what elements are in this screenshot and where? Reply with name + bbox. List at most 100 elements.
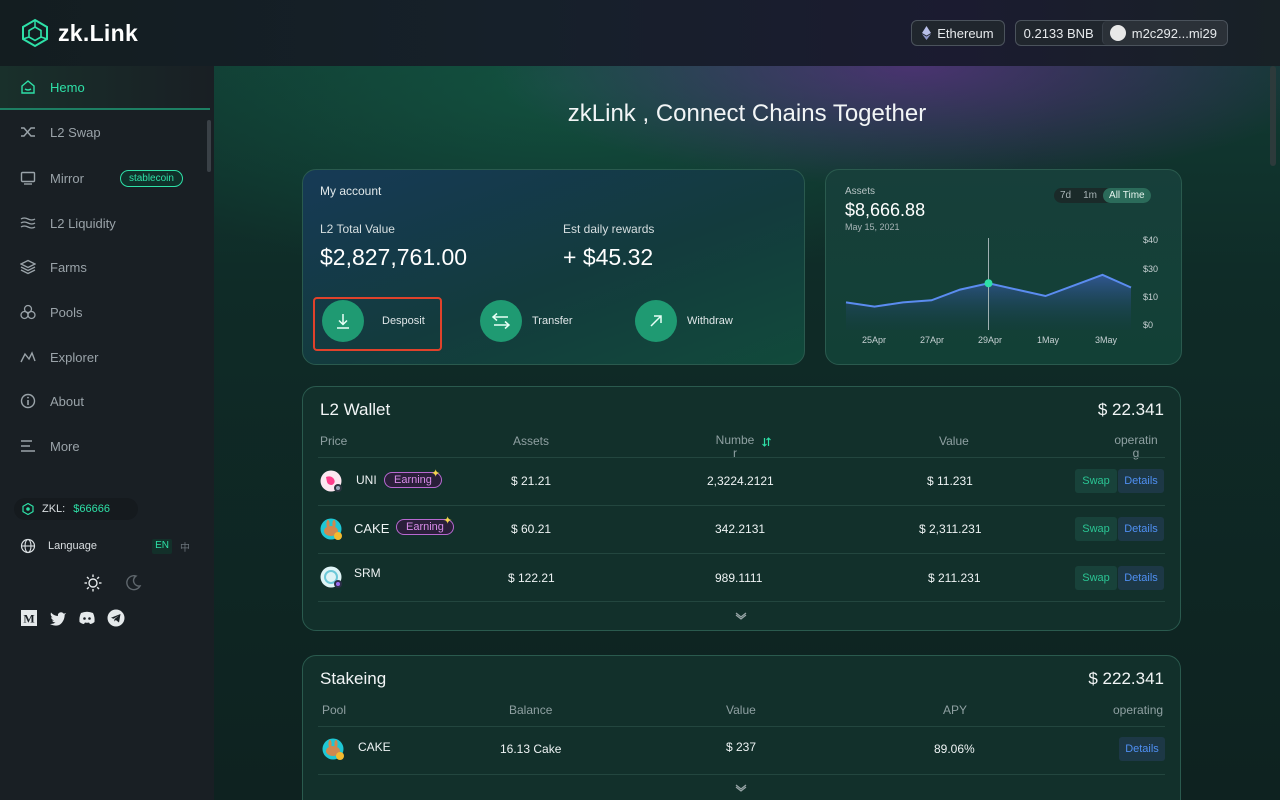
sidebar-item-label: Explorer bbox=[50, 349, 99, 365]
sidebar-item-home[interactable]: Hemo bbox=[0, 66, 210, 110]
row-divider bbox=[318, 774, 1165, 775]
sidebar-item-l2-swap[interactable]: L2 Swap bbox=[0, 110, 210, 154]
withdraw-button[interactable]: Withdraw bbox=[635, 300, 733, 342]
deposit-button[interactable]: Desposit bbox=[322, 300, 425, 342]
x-tick-label: 25Apr bbox=[862, 335, 886, 345]
swap-button[interactable]: Swap bbox=[1075, 469, 1117, 493]
details-button[interactable]: Details bbox=[1119, 737, 1165, 761]
ethereum-icon bbox=[922, 26, 932, 40]
details-button[interactable]: Details bbox=[1118, 566, 1164, 590]
withdraw-label: Withdraw bbox=[687, 315, 733, 327]
page-title: zkLink , Connect Chains Together bbox=[567, 100, 927, 127]
sidebar-item-label: Farms bbox=[50, 259, 87, 275]
sidebar-item-farms[interactable]: Farms bbox=[0, 245, 210, 289]
column-header-assets: Assets bbox=[513, 434, 550, 448]
range-7d[interactable]: 7d bbox=[1054, 188, 1077, 203]
column-header-number-label: Numbe r bbox=[715, 433, 755, 460]
language-zh[interactable]: 中 bbox=[180, 539, 190, 554]
assets-value: $8,666.88 bbox=[845, 200, 926, 220]
language-label: Language bbox=[48, 540, 97, 552]
zkl-label: ZKL: bbox=[42, 503, 66, 515]
chart-highlight-point bbox=[984, 279, 993, 288]
network-selector[interactable]: Ethereum bbox=[911, 20, 1005, 46]
column-header-value: Value bbox=[939, 434, 969, 448]
circles-icon bbox=[20, 304, 36, 320]
token-symbol: CAKE bbox=[354, 521, 390, 536]
sparkle-icon: ✦ bbox=[443, 515, 453, 527]
sidebar-item-more[interactable]: More bbox=[0, 424, 210, 468]
discord-icon[interactable] bbox=[78, 609, 96, 627]
zklink-logo-icon bbox=[22, 18, 48, 48]
info-icon bbox=[20, 393, 36, 409]
moon-icon[interactable] bbox=[124, 574, 142, 592]
chevron-down-icon[interactable] bbox=[735, 784, 747, 792]
account-title: My account bbox=[320, 184, 382, 198]
sidebar-item-label: Hemo bbox=[50, 79, 85, 95]
x-tick-label: 3May bbox=[1095, 335, 1118, 345]
column-header-apy: APY bbox=[943, 703, 968, 717]
column-header-price: Price bbox=[320, 434, 348, 448]
uni-token-icon bbox=[320, 470, 342, 492]
token-symbol: SRM bbox=[354, 566, 381, 580]
x-tick-label: 1May bbox=[1037, 335, 1060, 345]
account-address-button[interactable]: m2c292...mi29 bbox=[1101, 21, 1227, 45]
number-cell: 2,3224.2121 bbox=[707, 474, 774, 488]
language-row: Language EN 中 bbox=[20, 538, 190, 554]
chart-line-icon bbox=[20, 351, 36, 363]
transfer-arrows-icon bbox=[480, 300, 522, 342]
table-row: UNI Earning ✦ $ 21.21 2,3224.2121 $ 11.2… bbox=[303, 457, 1182, 505]
staking-title: Stakeing bbox=[320, 669, 387, 688]
assets-chart-card: 25Apr 27Apr 29Apr 1May 3May $40 $30 $10 $0 Asset… bbox=[825, 169, 1182, 365]
sidebar: Hemo L2 Swap Mirror stablecoin L2 Liquid… bbox=[0, 66, 214, 800]
apy-cell: 89.06% bbox=[934, 742, 975, 756]
sidebar-item-label: Mirror bbox=[50, 170, 84, 186]
zkl-value: $66666 bbox=[73, 503, 110, 515]
wallet-title: L2 Wallet bbox=[320, 400, 391, 419]
zkl-token-icon bbox=[22, 503, 34, 515]
range-1m[interactable]: 1m bbox=[1077, 188, 1103, 203]
sun-icon[interactable] bbox=[84, 574, 102, 592]
language-en[interactable]: EN bbox=[152, 538, 172, 554]
sidebar-item-about[interactable]: About bbox=[0, 379, 210, 423]
my-account-card: My account L2 Total Value $2,827,761.00 … bbox=[302, 169, 805, 365]
network-label: Ethereum bbox=[937, 25, 994, 41]
medium-icon[interactable]: M bbox=[20, 609, 38, 627]
staking-total: $ 222.341 bbox=[1088, 669, 1164, 688]
range-tabs: 7d 1m All Time bbox=[1054, 188, 1151, 203]
transfer-button[interactable]: Transfer bbox=[480, 300, 573, 342]
twitter-icon[interactable] bbox=[49, 609, 67, 627]
details-button[interactable]: Details bbox=[1118, 469, 1164, 493]
y-tick-label: $40 bbox=[1143, 235, 1158, 245]
sidebar-item-l2-liquidity[interactable]: L2 Liquidity bbox=[0, 201, 210, 245]
wallet-total: $ 22.341 bbox=[1097, 400, 1164, 419]
price-cell: $ 21.21 bbox=[511, 474, 552, 488]
l2-wallet-card: L2 Wallet $ 22.341 Price Assets Numbe r … bbox=[302, 386, 1181, 631]
daily-rewards-label: Est daily rewards bbox=[563, 222, 655, 236]
menu-icon bbox=[21, 440, 35, 452]
swap-button[interactable]: Swap bbox=[1075, 566, 1117, 590]
sidebar-item-label: Pools bbox=[50, 304, 83, 320]
sidebar-item-mirror[interactable]: Mirror stablecoin bbox=[0, 156, 210, 200]
arrow-up-right-icon bbox=[635, 300, 677, 342]
column-header-value: Value bbox=[726, 703, 756, 717]
y-tick-label: $30 bbox=[1143, 264, 1158, 274]
column-header-pool: Pool bbox=[322, 703, 347, 717]
shuffle-icon bbox=[21, 127, 35, 137]
details-button[interactable]: Details bbox=[1118, 517, 1164, 541]
telegram-icon[interactable] bbox=[107, 609, 125, 627]
sidebar-item-explorer[interactable]: Explorer bbox=[0, 335, 210, 379]
swap-button[interactable]: Swap bbox=[1075, 517, 1117, 541]
price-cell: $ 122.21 bbox=[508, 571, 555, 585]
chevron-down-icon[interactable] bbox=[735, 612, 747, 620]
layers-icon bbox=[20, 259, 36, 275]
logo[interactable]: zk.Link bbox=[20, 18, 138, 48]
wallet-group[interactable]: 0.2133 BNB m2c292...mi29 bbox=[1014, 20, 1228, 46]
globe-icon bbox=[20, 538, 36, 554]
sort-icon[interactable] bbox=[762, 437, 771, 447]
top-bar: zk.Link Ethereum 0.2133 BNB m2c292...mi2… bbox=[0, 0, 1280, 66]
x-tick-label: 29Apr bbox=[978, 335, 1002, 345]
range-all-time[interactable]: All Time bbox=[1103, 188, 1151, 203]
sparkle-icon: ✦ bbox=[431, 468, 441, 480]
sidebar-item-pools[interactable]: Pools bbox=[0, 290, 210, 334]
token-symbol: CAKE bbox=[358, 740, 391, 754]
